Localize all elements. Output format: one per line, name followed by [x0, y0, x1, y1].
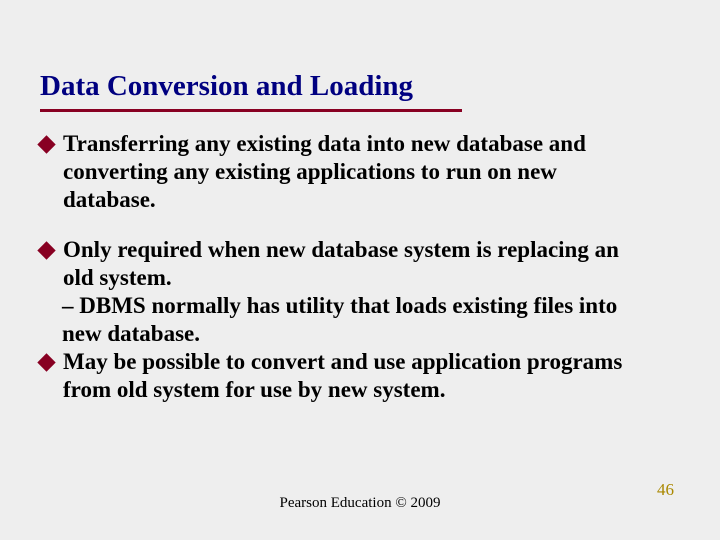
diamond-bullet-icon — [37, 135, 55, 153]
bullet-item: May be possible to convert and use appli… — [40, 348, 650, 404]
slide-title: Data Conversion and Loading — [40, 70, 413, 103]
footer-text: Pearson Education © 2009 — [0, 495, 720, 512]
slide: Data Conversion and Loading Transferring… — [0, 0, 720, 540]
diamond-bullet-icon — [37, 354, 55, 372]
title-underline — [40, 109, 462, 112]
bullet-text: Only required when new database system i… — [63, 236, 650, 292]
page-number: 46 — [657, 480, 674, 500]
bullet-item: Transferring any existing data into new … — [40, 130, 650, 214]
sub-bullet-text: – DBMS normally has utility that loads e… — [40, 292, 650, 348]
slide-body: Transferring any existing data into new … — [40, 130, 650, 404]
bullet-text: May be possible to convert and use appli… — [63, 348, 650, 404]
diamond-bullet-icon — [37, 241, 55, 259]
bullet-text: Transferring any existing data into new … — [63, 130, 650, 214]
bullet-item: Only required when new database system i… — [40, 236, 650, 292]
